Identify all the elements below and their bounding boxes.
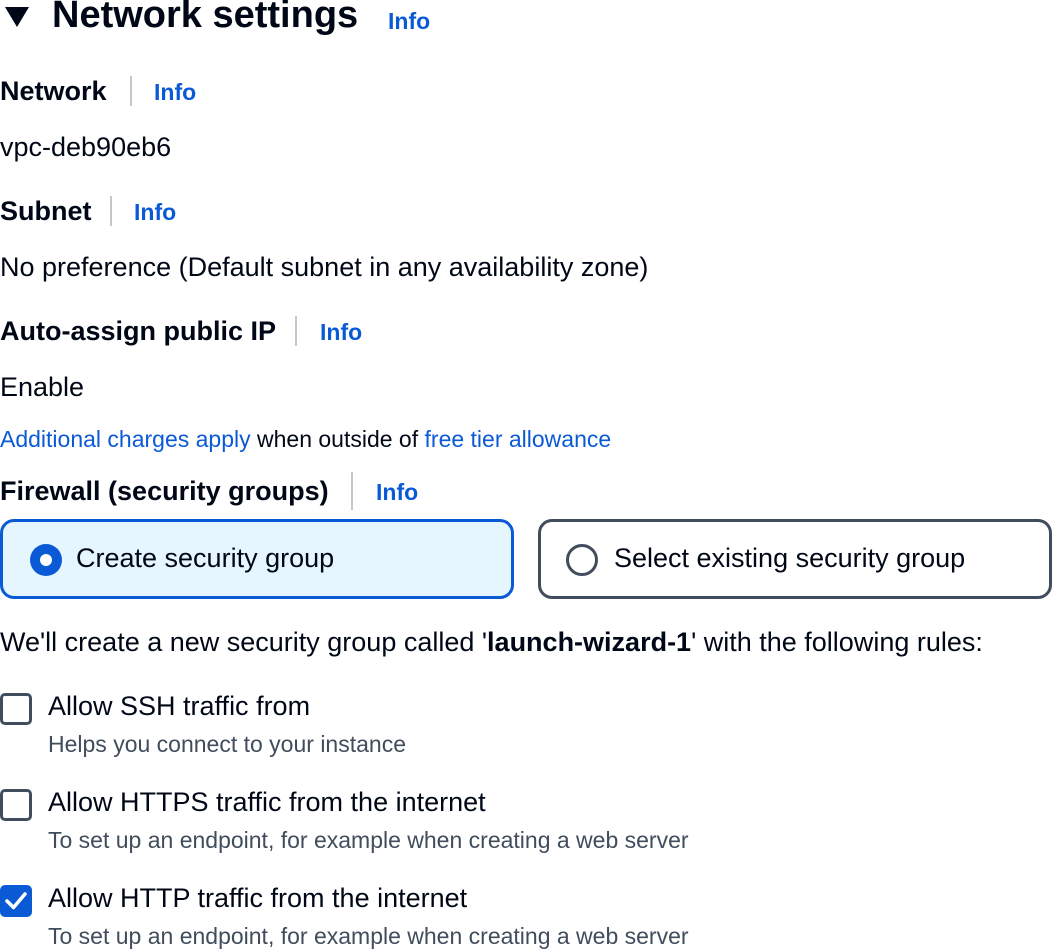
subnet-label: Subnet (0, 196, 92, 226)
section-info-link[interactable]: Info (388, 8, 430, 35)
select-existing-security-group-tile[interactable]: Select existing security group (538, 519, 1052, 599)
public-ip-info-link[interactable]: Info (320, 319, 362, 346)
create-security-group-tile[interactable]: Create security group (0, 519, 514, 599)
select-existing-security-group-label: Select existing security group (614, 543, 966, 573)
security-group-description-suffix: ' with the following rules: (691, 627, 983, 657)
free-tier-link[interactable]: free tier allowance (425, 426, 612, 452)
additional-charges-link[interactable]: Additional charges apply (0, 426, 251, 452)
create-security-group-radio[interactable] (30, 544, 62, 576)
network-info-link[interactable]: Info (154, 79, 196, 106)
subnet-value: No preference (Default subnet in any ava… (0, 252, 649, 282)
network-value: vpc-deb90eb6 (0, 132, 172, 162)
firewall-label-divider (351, 472, 353, 510)
security-group-description-prefix: We'll create a new security group called… (0, 627, 488, 657)
rule-https-checkbox[interactable] (0, 789, 32, 821)
subnet-info-link[interactable]: Info (134, 199, 176, 226)
public-ip-charges-note: Additional charges apply when outside of… (0, 426, 611, 453)
security-group-description: We'll create a new security group called… (0, 627, 983, 658)
create-security-group-label: Create security group (76, 543, 335, 573)
rule-ssh-checkbox[interactable] (0, 693, 32, 725)
firewall-label: Firewall (security groups) (0, 476, 329, 506)
public-ip-value: Enable (0, 372, 85, 402)
security-group-name: launch-wizard-1 (487, 627, 692, 657)
rule-ssh-description: Helps you connect to your instance (48, 731, 406, 757)
network-label: Network (0, 76, 107, 106)
rule-https-label: Allow HTTPS traffic from the internet (48, 787, 486, 817)
rule-http-description: To set up an endpoint, for example when … (48, 923, 689, 949)
select-existing-security-group-radio[interactable] (566, 544, 598, 576)
rule-https-description: To set up an endpoint, for example when … (48, 827, 689, 853)
rule-http-checkbox[interactable] (0, 885, 32, 917)
rule-http-label: Allow HTTP traffic from the internet (48, 883, 468, 913)
firewall-info-link[interactable]: Info (376, 479, 418, 506)
rule-ssh-label: Allow SSH traffic from (48, 691, 311, 721)
public-ip-label-divider (295, 316, 297, 346)
subnet-label-divider (110, 196, 112, 226)
public-ip-label: Auto-assign public IP (0, 316, 277, 346)
network-label-divider (130, 76, 132, 106)
section-title: Network settings (52, 0, 359, 36)
charges-note-text: when outside of (250, 426, 425, 452)
checkmark-icon (5, 892, 27, 910)
caret-down-icon[interactable] (4, 6, 30, 28)
